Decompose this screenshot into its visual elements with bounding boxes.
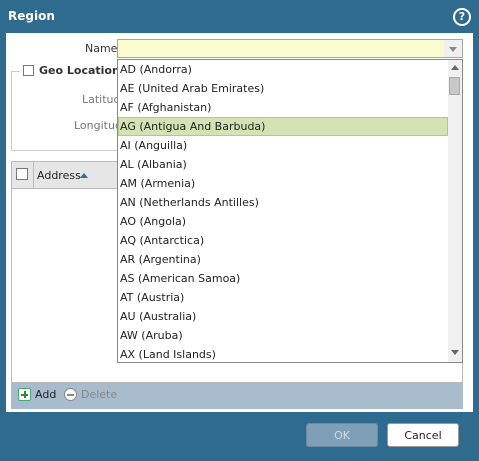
- dropdown-option[interactable]: AQ (Antarctica): [118, 231, 448, 250]
- dropdown-option[interactable]: AU (Australia): [118, 307, 448, 326]
- dropdown-option[interactable]: AD (Andorra): [118, 60, 448, 79]
- column-divider: [33, 162, 34, 188]
- table-toolbar: Add Delete: [11, 383, 463, 409]
- scroll-down-icon[interactable]: [451, 350, 459, 355]
- add-label: Add: [35, 388, 57, 401]
- dropdown-option[interactable]: AR (Argentina): [118, 250, 448, 269]
- dropdown-scrollbar[interactable]: [448, 60, 462, 362]
- dialog-title: Region: [8, 9, 55, 23]
- delete-label: Delete: [81, 388, 118, 401]
- cancel-button[interactable]: Cancel: [387, 423, 459, 447]
- dropdown-option[interactable]: AE (United Arab Emirates): [118, 79, 448, 98]
- sort-ascending-icon: [80, 173, 88, 178]
- delete-icon: [64, 388, 77, 401]
- dropdown-option[interactable]: AL (Albania): [118, 155, 448, 174]
- scroll-up-icon[interactable]: [451, 65, 459, 70]
- dialog-titlebar: Region ?: [0, 0, 479, 33]
- dropdown-option[interactable]: AS (American Samoa): [118, 269, 448, 288]
- dropdown-option-selected[interactable]: AG (Antigua And Barbuda): [118, 117, 448, 136]
- name-label: Name: [85, 42, 118, 55]
- ok-button[interactable]: OK: [306, 423, 378, 447]
- column-header-address[interactable]: Address: [37, 169, 81, 182]
- dropdown-option[interactable]: AN (Netherlands Antilles): [118, 193, 448, 212]
- select-all-checkbox[interactable]: [16, 168, 28, 180]
- dropdown-options: AD (Andorra) AE (United Arab Emirates) A…: [118, 60, 448, 362]
- geo-location-legend: Geo Location: [20, 64, 123, 77]
- dropdown-option[interactable]: AT (Austria): [118, 288, 448, 307]
- region-dropdown-list[interactable]: AD (Andorra) AE (United Arab Emirates) A…: [117, 59, 463, 363]
- dropdown-option[interactable]: AO (Angola): [118, 212, 448, 231]
- geo-location-label: Geo Location: [39, 64, 120, 77]
- delete-button[interactable]: Delete: [64, 388, 117, 401]
- dropdown-option[interactable]: AW (Aruba): [118, 326, 448, 345]
- scrollbar-thumb[interactable]: [449, 77, 460, 95]
- dropdown-option[interactable]: AX (Land Islands): [118, 345, 448, 362]
- geo-location-checkbox[interactable]: [23, 65, 34, 76]
- chevron-down-icon[interactable]: [444, 39, 463, 58]
- help-icon[interactable]: ?: [453, 8, 471, 26]
- name-input[interactable]: [117, 39, 445, 58]
- add-icon: [18, 388, 31, 401]
- dropdown-option[interactable]: AF (Afghanistan): [118, 98, 448, 117]
- region-dialog: Region ? Name Geo Location Latitude Long…: [0, 0, 479, 461]
- add-button[interactable]: Add: [18, 388, 56, 401]
- dropdown-option[interactable]: AM (Armenia): [118, 174, 448, 193]
- dropdown-option[interactable]: AI (Anguilla): [118, 136, 448, 155]
